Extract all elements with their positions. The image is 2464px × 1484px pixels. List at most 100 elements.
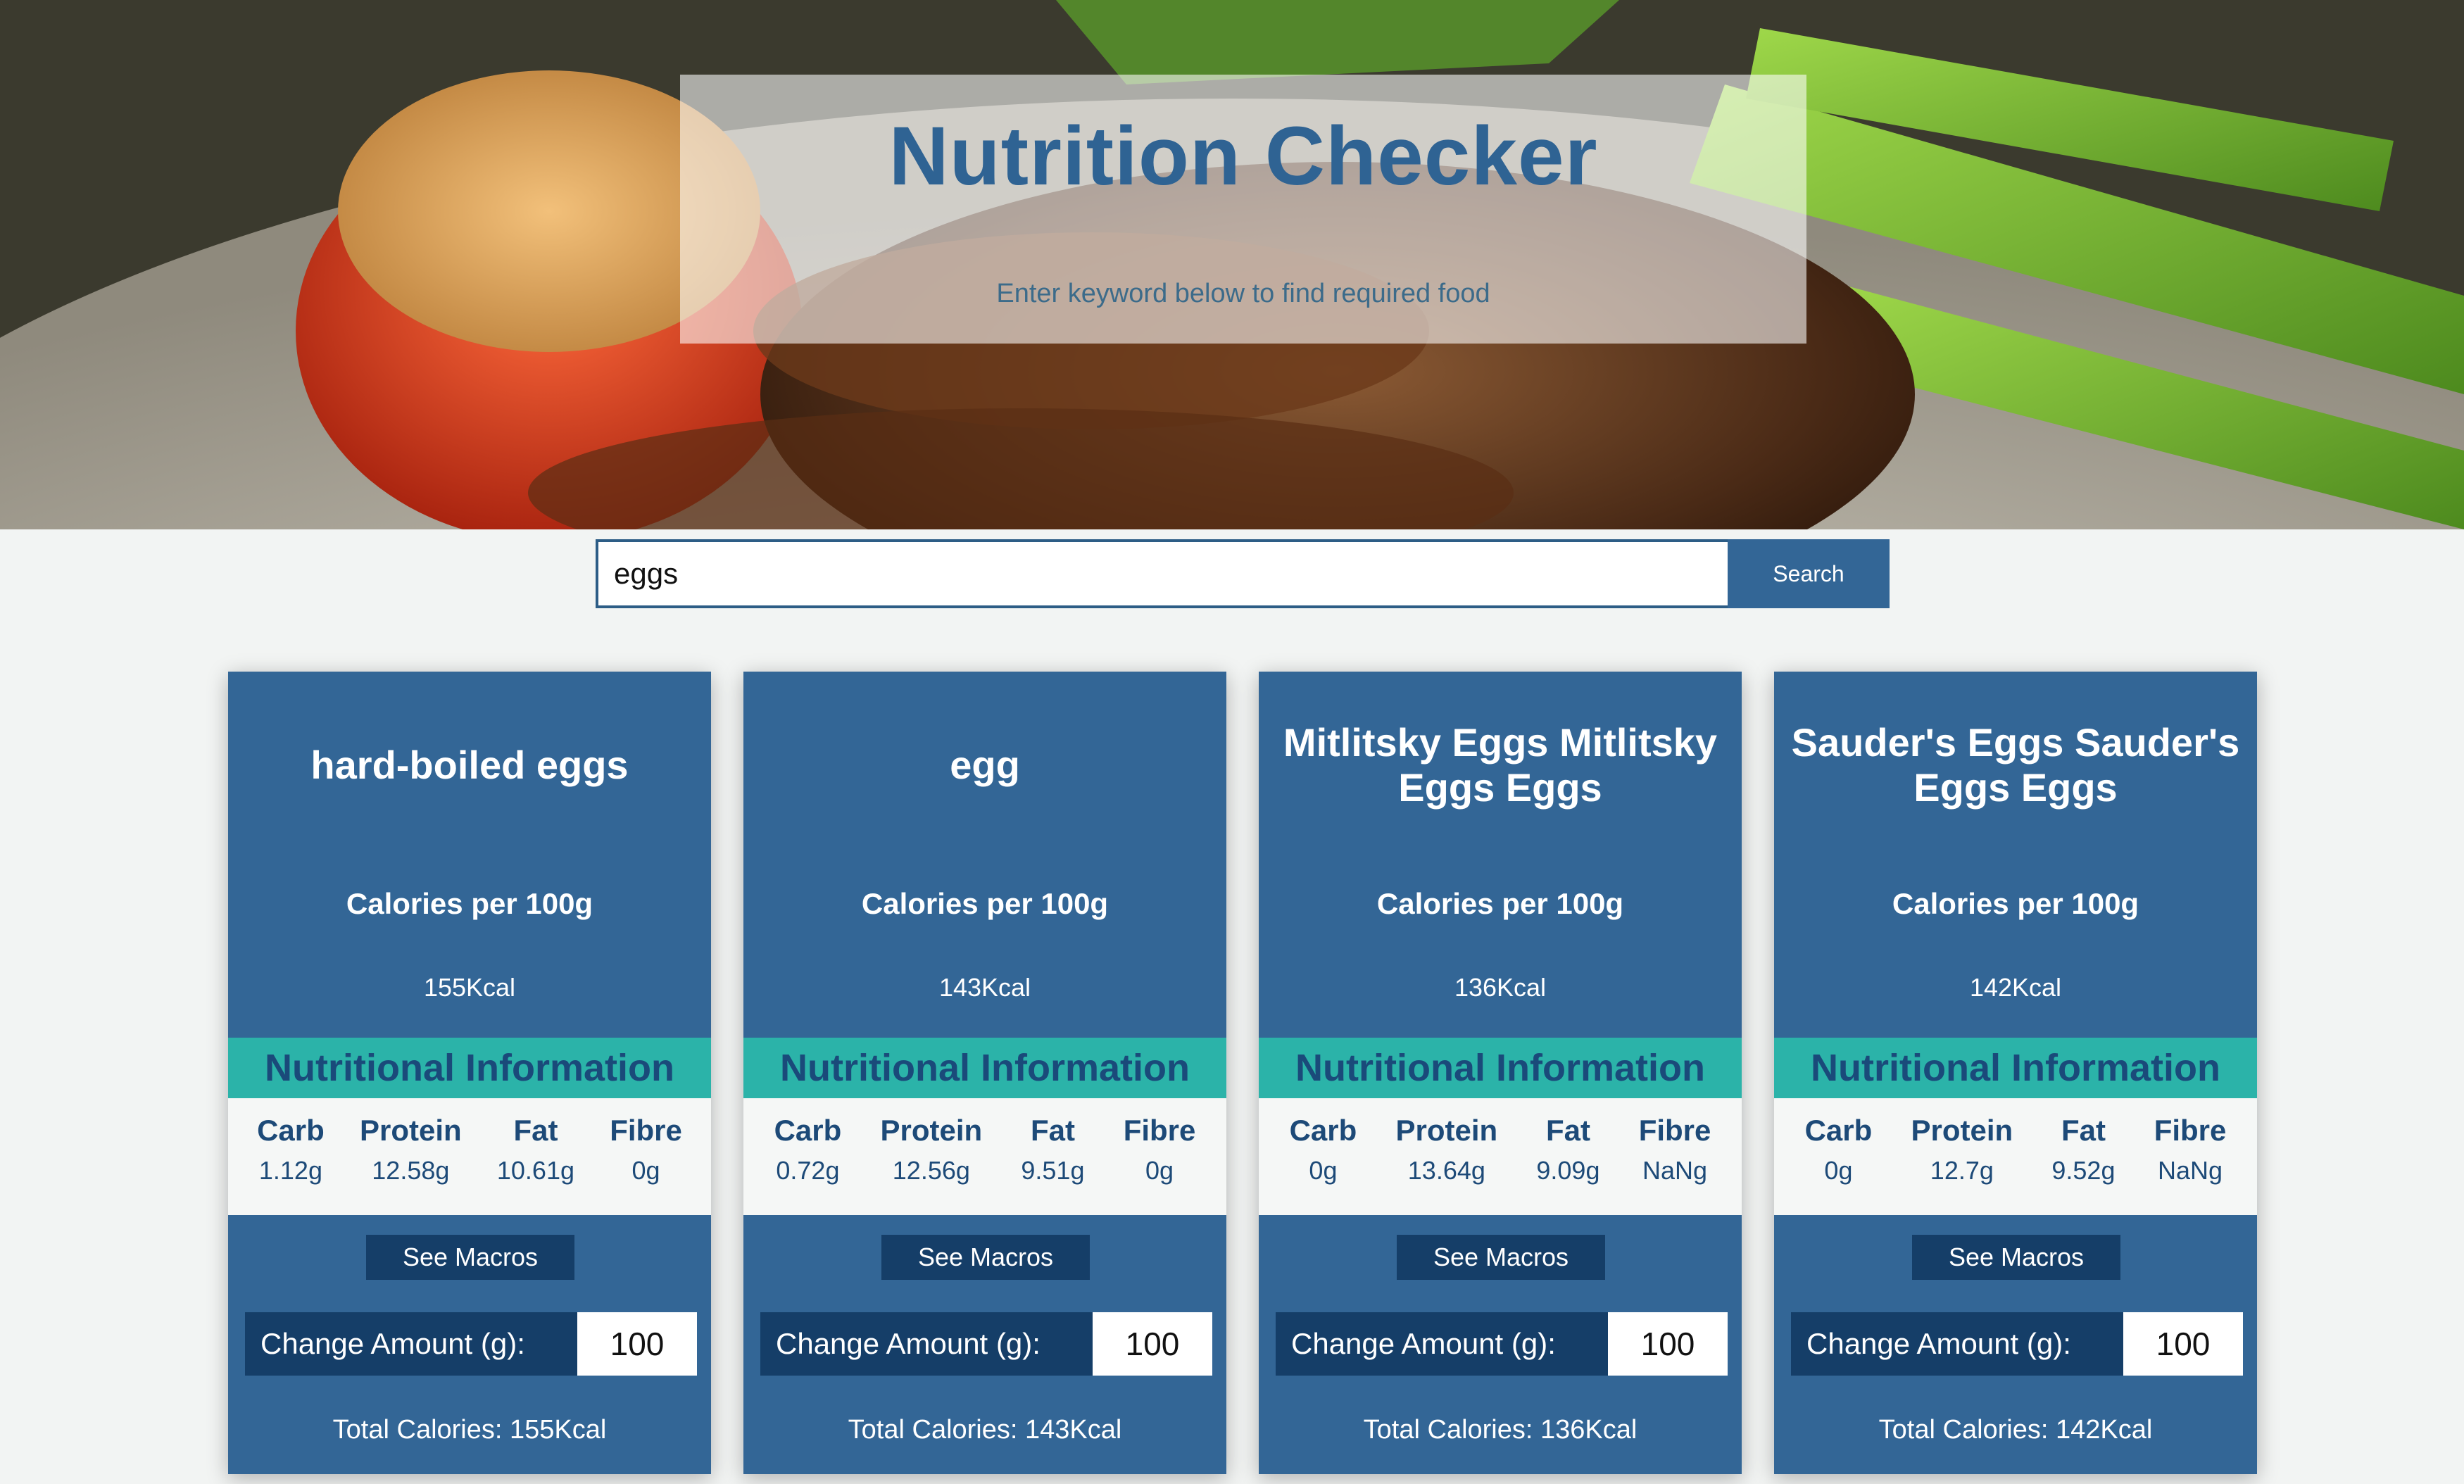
hero-banner: Nutrition Checker Enter keyword below to… — [0, 0, 2464, 529]
calories-label: Calories per 100g — [346, 887, 593, 920]
food-name: hard-boiled eggs — [310, 743, 629, 787]
carb-column: Carb 0g — [1290, 1114, 1357, 1215]
carb-label: Carb — [257, 1114, 325, 1147]
fibre-value: NaNg — [1642, 1156, 1708, 1185]
fat-column: Fat 10.61g — [497, 1114, 574, 1215]
carb-value: 0g — [1824, 1156, 1853, 1185]
change-amount-label: Change Amount (g): — [245, 1312, 577, 1376]
amount-row: Change Amount (g): — [1791, 1312, 2243, 1376]
fat-column: Fat 9.52g — [2051, 1114, 2115, 1215]
fat-label: Fat — [2061, 1114, 2106, 1147]
total-calories: Total Calories: 155Kcal — [332, 1415, 607, 1445]
fibre-column: Fibre NaNg — [1639, 1114, 1711, 1215]
protein-label: Protein — [360, 1114, 462, 1147]
protein-value: 12.7g — [1930, 1156, 1994, 1185]
nutrition-header: Nutritional Information — [1774, 1038, 2257, 1098]
calories-label: Calories per 100g — [1892, 887, 2139, 920]
calories-label: Calories per 100g — [1376, 887, 1624, 920]
calories-value: 155Kcal — [423, 973, 516, 1002]
hero-panel: Nutrition Checker Enter keyword below to… — [680, 75, 1806, 344]
amount-row: Change Amount (g): — [760, 1312, 1212, 1376]
protein-value: 13.64g — [1407, 1156, 1485, 1185]
fat-label: Fat — [1545, 1114, 1590, 1147]
protein-value: 12.58g — [372, 1156, 450, 1185]
see-macros-button[interactable]: See Macros — [1397, 1235, 1605, 1280]
carb-value: 0.72g — [776, 1156, 840, 1185]
protein-column: Protein 12.58g — [360, 1114, 462, 1215]
see-macros-button[interactable]: See Macros — [881, 1235, 1090, 1280]
fat-label: Fat — [1030, 1114, 1075, 1147]
nutrition-table: Carb 0g Protein 12.7g Fat 9.52g Fibre Na… — [1774, 1098, 2257, 1215]
protein-label: Protein — [1911, 1114, 2013, 1147]
page-subtitle: Enter keyword below to find required foo… — [996, 279, 1490, 308]
nutrition-header: Nutritional Information — [228, 1038, 711, 1098]
fibre-column: Fibre NaNg — [2154, 1114, 2227, 1215]
search-button[interactable]: Search — [1728, 539, 1890, 608]
fibre-label: Fibre — [1638, 1114, 1711, 1147]
carb-label: Carb — [774, 1114, 842, 1147]
carb-value: 1.12g — [258, 1156, 322, 1185]
food-card: Sauder's Eggs Sauder's Eggs Eggs Calorie… — [1774, 672, 2257, 1474]
results-grid: hard-boiled eggs Calories per 100g 155Kc… — [228, 672, 2258, 1484]
amount-input[interactable] — [1093, 1312, 1212, 1376]
fat-column: Fat 9.51g — [1021, 1114, 1084, 1215]
change-amount-label: Change Amount (g): — [760, 1312, 1093, 1376]
calories-value: 142Kcal — [1969, 973, 2062, 1002]
carb-column: Carb 1.12g — [257, 1114, 325, 1215]
see-macros-button[interactable]: See Macros — [366, 1235, 574, 1280]
calories-label: Calories per 100g — [861, 887, 1109, 920]
food-card: hard-boiled eggs Calories per 100g 155Kc… — [228, 672, 711, 1474]
amount-row: Change Amount (g): — [1276, 1312, 1728, 1376]
protein-label: Protein — [1395, 1114, 1498, 1147]
protein-column: Protein 13.64g — [1396, 1114, 1498, 1215]
change-amount-label: Change Amount (g): — [1791, 1312, 2123, 1376]
total-calories: Total Calories: 136Kcal — [1363, 1415, 1638, 1445]
fibre-label: Fibre — [2154, 1114, 2227, 1147]
amount-input[interactable] — [2123, 1312, 2243, 1376]
fat-value: 9.51g — [1021, 1156, 1085, 1185]
carb-column: Carb 0.72g — [774, 1114, 842, 1215]
fibre-label: Fibre — [610, 1114, 682, 1147]
fat-value: 10.61g — [496, 1156, 574, 1185]
change-amount-label: Change Amount (g): — [1276, 1312, 1608, 1376]
fat-label: Fat — [513, 1114, 558, 1147]
calories-value: 136Kcal — [1454, 973, 1547, 1002]
amount-input[interactable] — [1608, 1312, 1728, 1376]
page-title: Nutrition Checker — [888, 110, 1598, 203]
nutrition-header: Nutritional Information — [743, 1038, 1226, 1098]
calories-value: 143Kcal — [938, 973, 1031, 1002]
nutrition-table: Carb 1.12g Protein 12.58g Fat 10.61g Fib… — [228, 1098, 711, 1215]
nutrition-table: Carb 0.72g Protein 12.56g Fat 9.51g Fibr… — [743, 1098, 1226, 1215]
total-calories: Total Calories: 143Kcal — [848, 1415, 1122, 1445]
amount-input[interactable] — [577, 1312, 697, 1376]
fat-value: 9.52g — [2051, 1156, 2116, 1185]
fat-column: Fat 9.09g — [1536, 1114, 1599, 1215]
fibre-label: Fibre — [1123, 1114, 1196, 1147]
amount-row: Change Amount (g): — [245, 1312, 697, 1376]
protein-label: Protein — [880, 1114, 983, 1147]
fibre-value: 0g — [631, 1156, 660, 1185]
fibre-value: NaNg — [2158, 1156, 2223, 1185]
carb-column: Carb 0g — [1805, 1114, 1873, 1215]
food-card: Mitlitsky Eggs Mitlitsky Eggs Eggs Calor… — [1259, 672, 1742, 1474]
protein-column: Protein 12.56g — [881, 1114, 983, 1215]
search-bar: Search — [596, 539, 1890, 608]
protein-value: 12.56g — [892, 1156, 970, 1185]
nutrition-header: Nutritional Information — [1259, 1038, 1742, 1098]
fibre-column: Fibre 0g — [1124, 1114, 1196, 1215]
food-name: Sauder's Eggs Sauder's Eggs Eggs — [1791, 720, 2240, 810]
carb-value: 0g — [1309, 1156, 1338, 1185]
food-name: Mitlitsky Eggs Mitlitsky Eggs Eggs — [1283, 720, 1718, 810]
fibre-column: Fibre 0g — [610, 1114, 682, 1215]
see-macros-button[interactable]: See Macros — [1912, 1235, 2120, 1280]
nutrition-table: Carb 0g Protein 13.64g Fat 9.09g Fibre N… — [1259, 1098, 1742, 1215]
search-input[interactable] — [596, 539, 1728, 608]
total-calories: Total Calories: 142Kcal — [1878, 1415, 2153, 1445]
carb-label: Carb — [1804, 1114, 1873, 1147]
carb-label: Carb — [1289, 1114, 1357, 1147]
food-name: egg — [950, 743, 1020, 787]
fibre-value: 0g — [1145, 1156, 1174, 1185]
fat-value: 9.09g — [1536, 1156, 1600, 1185]
food-card: egg Calories per 100g 143Kcal Nutritiona… — [743, 672, 1226, 1474]
protein-column: Protein 12.7g — [1911, 1114, 2013, 1215]
